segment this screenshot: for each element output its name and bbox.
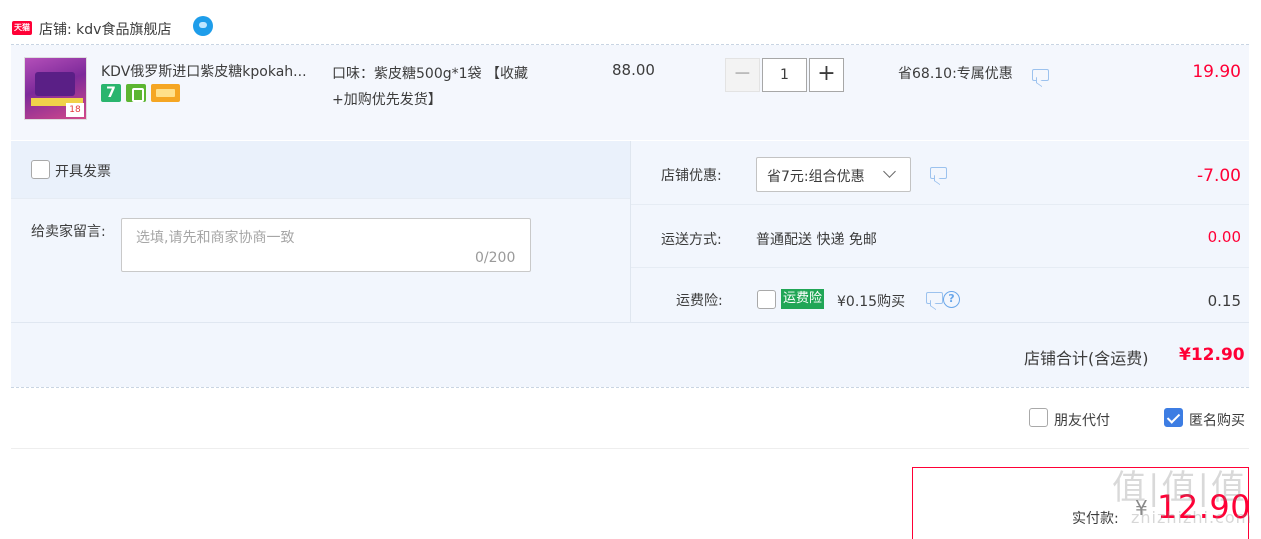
- item-subtotal: 19.90: [1192, 62, 1241, 82]
- product-package-image: [35, 72, 75, 96]
- chat-seller-icon[interactable]: [193, 16, 213, 36]
- guarantee-icon[interactable]: [126, 84, 146, 102]
- options-divider: [631, 267, 1249, 268]
- quantity-decrease-button[interactable]: −: [725, 58, 760, 92]
- options-divider: [11, 198, 630, 199]
- item-promotion: 省68.10:专属优惠: [898, 66, 1013, 82]
- seven-day-return-icon[interactable]: 7: [101, 84, 121, 102]
- insurance-label: 运费险:: [676, 293, 723, 309]
- insurance-fee: 0.15: [1207, 292, 1241, 310]
- shop-total-label: 店铺合计(含运费): [1024, 349, 1149, 368]
- credit-card-icon[interactable]: [151, 84, 180, 102]
- memo-label: 给卖家留言:: [31, 224, 106, 240]
- memo-placeholder: 选填,请先和商家协商一致: [136, 230, 295, 246]
- quantity-input[interactable]: [762, 58, 807, 92]
- footer-divider: [11, 448, 1249, 449]
- cart-item-row: [11, 45, 1249, 140]
- help-icon[interactable]: ?: [943, 291, 960, 308]
- shipping-method: 普通配送 快递 免邮: [756, 232, 877, 248]
- options-divider: [631, 204, 1249, 205]
- product-thumbnail[interactable]: 18: [24, 57, 87, 120]
- tmall-badge: 天猫: [12, 21, 32, 35]
- product-thumb-tag: 18: [66, 103, 84, 117]
- anonymous-label[interactable]: 匿名购买: [1189, 410, 1245, 430]
- promotion-info-icon[interactable]: [1032, 69, 1049, 81]
- shipping-label: 运送方式:: [661, 232, 722, 248]
- shop-discount-selected: 省7元:组合优惠: [767, 169, 865, 185]
- pay-amount-label: 实付款:: [1072, 511, 1119, 527]
- sku-line-2: +加购优先发货】: [332, 92, 442, 108]
- friend-pay-checkbox[interactable]: [1029, 408, 1048, 427]
- insurance-description: ¥0.15购买: [837, 294, 906, 310]
- friend-pay-label[interactable]: 朋友代付: [1054, 410, 1110, 430]
- invoice-label[interactable]: 开具发票: [55, 161, 111, 181]
- product-title-link[interactable]: KDV俄罗斯进口紫皮糖kpokah...: [101, 61, 307, 81]
- shop-name[interactable]: 店铺: kdv食品旗舰店: [39, 19, 171, 39]
- insurance-tag: 运费险: [781, 289, 825, 309]
- shop-discount-value: -7.00: [1197, 166, 1241, 186]
- options-divider: [630, 141, 631, 323]
- unit-price: 88.00: [612, 61, 655, 79]
- invoice-checkbox[interactable]: [31, 160, 50, 179]
- shop-total-value: ¥12.90: [1179, 345, 1245, 365]
- discount-info-icon[interactable]: [930, 167, 947, 179]
- shop-discount-label: 店铺优惠:: [661, 168, 722, 184]
- shipping-fee: 0.00: [1207, 228, 1241, 246]
- sku-line-1: 口味：紫皮糖500g*1袋 【收藏: [332, 66, 528, 82]
- insurance-checkbox[interactable]: [757, 290, 776, 309]
- anonymous-checkbox[interactable]: [1164, 408, 1183, 427]
- quantity-increase-button[interactable]: +: [809, 58, 844, 92]
- memo-char-count: 0/200: [475, 250, 516, 266]
- options-divider: [11, 322, 1249, 323]
- product-sku-info: 口味：紫皮糖500g*1袋 【收藏 +加购优先发货】: [332, 61, 572, 113]
- watermark-url: zhizhizhi.com: [1131, 508, 1253, 527]
- insurance-info-icon[interactable]: [926, 292, 943, 304]
- watermark: 值|值|值: [1112, 468, 1247, 508]
- shop-divider: [11, 387, 1249, 388]
